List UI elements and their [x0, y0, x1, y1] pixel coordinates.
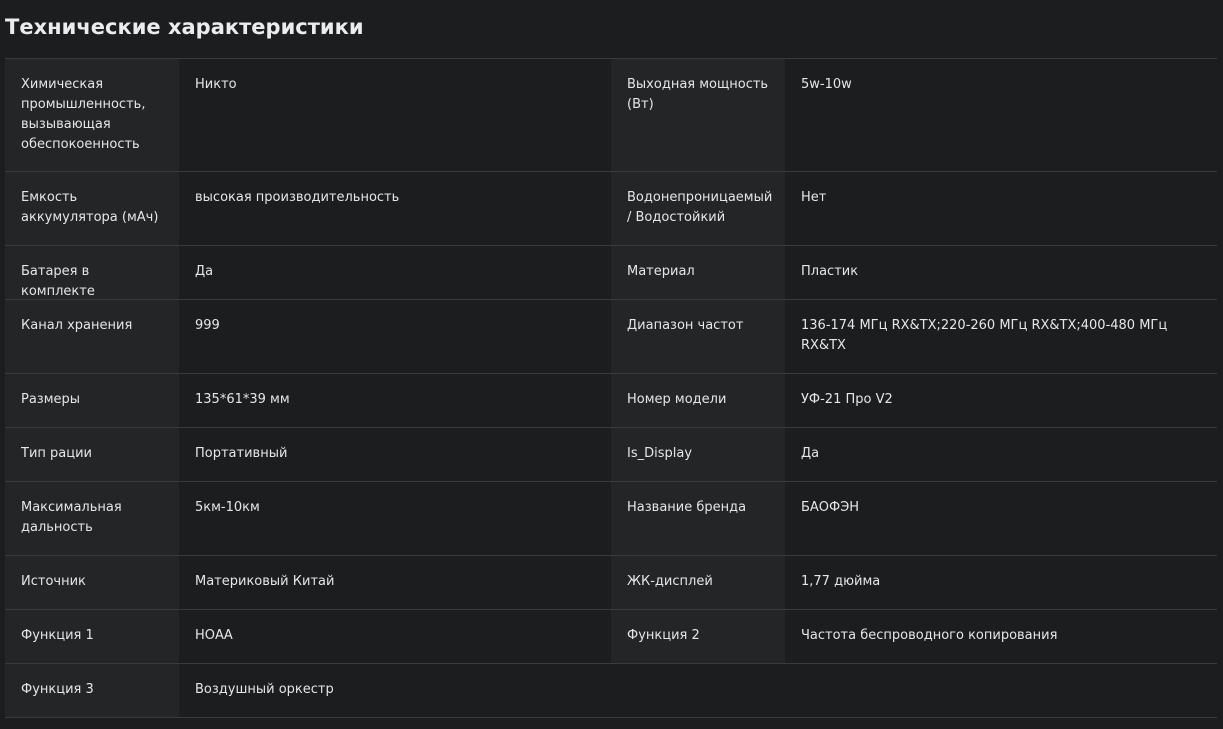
spec-row: Источник Материковый Китай ЖК-дисплей 1,…: [5, 556, 1217, 610]
spec-row: Батарея в комплекте Да Материал Пластик: [5, 246, 1217, 300]
spec-label: ЖК-дисплей: [611, 556, 785, 609]
spec-value: Никто: [179, 59, 611, 171]
spec-label: Водонепроницаемый / Водостойкий: [611, 172, 785, 245]
spec-label: Функция 1: [5, 610, 179, 663]
spec-row: Размеры 135*61*39 мм Номер модели УФ-21 …: [5, 374, 1217, 428]
spec-label: Выходная мощность (Вт): [611, 59, 785, 171]
spec-value: Да: [179, 246, 611, 299]
spec-value: 136-174 МГц RX&TX;220-260 МГц RX&TX;400-…: [785, 300, 1217, 373]
spec-value: Да: [785, 428, 1217, 481]
spec-row: Химическая промышленность, вызывающая об…: [5, 59, 1217, 172]
spec-label: Функция 3: [5, 664, 179, 717]
spec-label: Материал: [611, 246, 785, 299]
spec-label: Диапазон частот: [611, 300, 785, 373]
spec-row: Функция 3 Воздушный оркестр: [5, 664, 1217, 718]
spec-row: Тип рации Портативный Is_Display Да: [5, 428, 1217, 482]
spec-value: 999: [179, 300, 611, 373]
spec-label: Размеры: [5, 374, 179, 427]
spec-row: Канал хранения 999 Диапазон частот 136-1…: [5, 300, 1217, 374]
spec-value: Материковый Китай: [179, 556, 611, 609]
spec-value: НОАА: [179, 610, 611, 663]
specs-page: Технические характеристики Химическая пр…: [0, 0, 1223, 729]
spec-value: Нет: [785, 172, 1217, 245]
page-title: Технические характеристики: [5, 15, 364, 39]
spec-row: Емкость аккумулятора (мАч) высокая произ…: [5, 172, 1217, 246]
spec-label: Емкость аккумулятора (мАч): [5, 172, 179, 245]
spec-value: 1,77 дюйма: [785, 556, 1217, 609]
spec-label: Название бренда: [611, 482, 785, 555]
spec-label: Номер модели: [611, 374, 785, 427]
spec-value: Частота беспроводного копирования: [785, 610, 1217, 663]
spec-value: высокая производительность: [179, 172, 611, 245]
spec-value: УФ-21 Про V2: [785, 374, 1217, 427]
spec-value: 5w-10w: [785, 59, 1217, 171]
spec-row: Функция 1 НОАА Функция 2 Частота беспров…: [5, 610, 1217, 664]
spec-value: Портативный: [179, 428, 611, 481]
specs-table: Химическая промышленность, вызывающая об…: [5, 58, 1217, 718]
spec-label: [611, 664, 785, 717]
spec-label: Химическая промышленность, вызывающая об…: [5, 59, 179, 171]
spec-label: Канал хранения: [5, 300, 179, 373]
spec-label: Источник: [5, 556, 179, 609]
spec-row: Максимальная дальность 5км-10км Название…: [5, 482, 1217, 556]
spec-label: Тип рации: [5, 428, 179, 481]
spec-label: Функция 2: [611, 610, 785, 663]
spec-label: Is_Display: [611, 428, 785, 481]
spec-label: Батарея в комплекте: [5, 246, 179, 299]
spec-value: Пластик: [785, 246, 1217, 299]
spec-label: Максимальная дальность: [5, 482, 179, 555]
spec-value: Воздушный оркестр: [179, 664, 611, 717]
spec-value: [785, 664, 1217, 717]
spec-value: 135*61*39 мм: [179, 374, 611, 427]
spec-value: БАОФЭН: [785, 482, 1217, 555]
spec-value: 5км-10км: [179, 482, 611, 555]
